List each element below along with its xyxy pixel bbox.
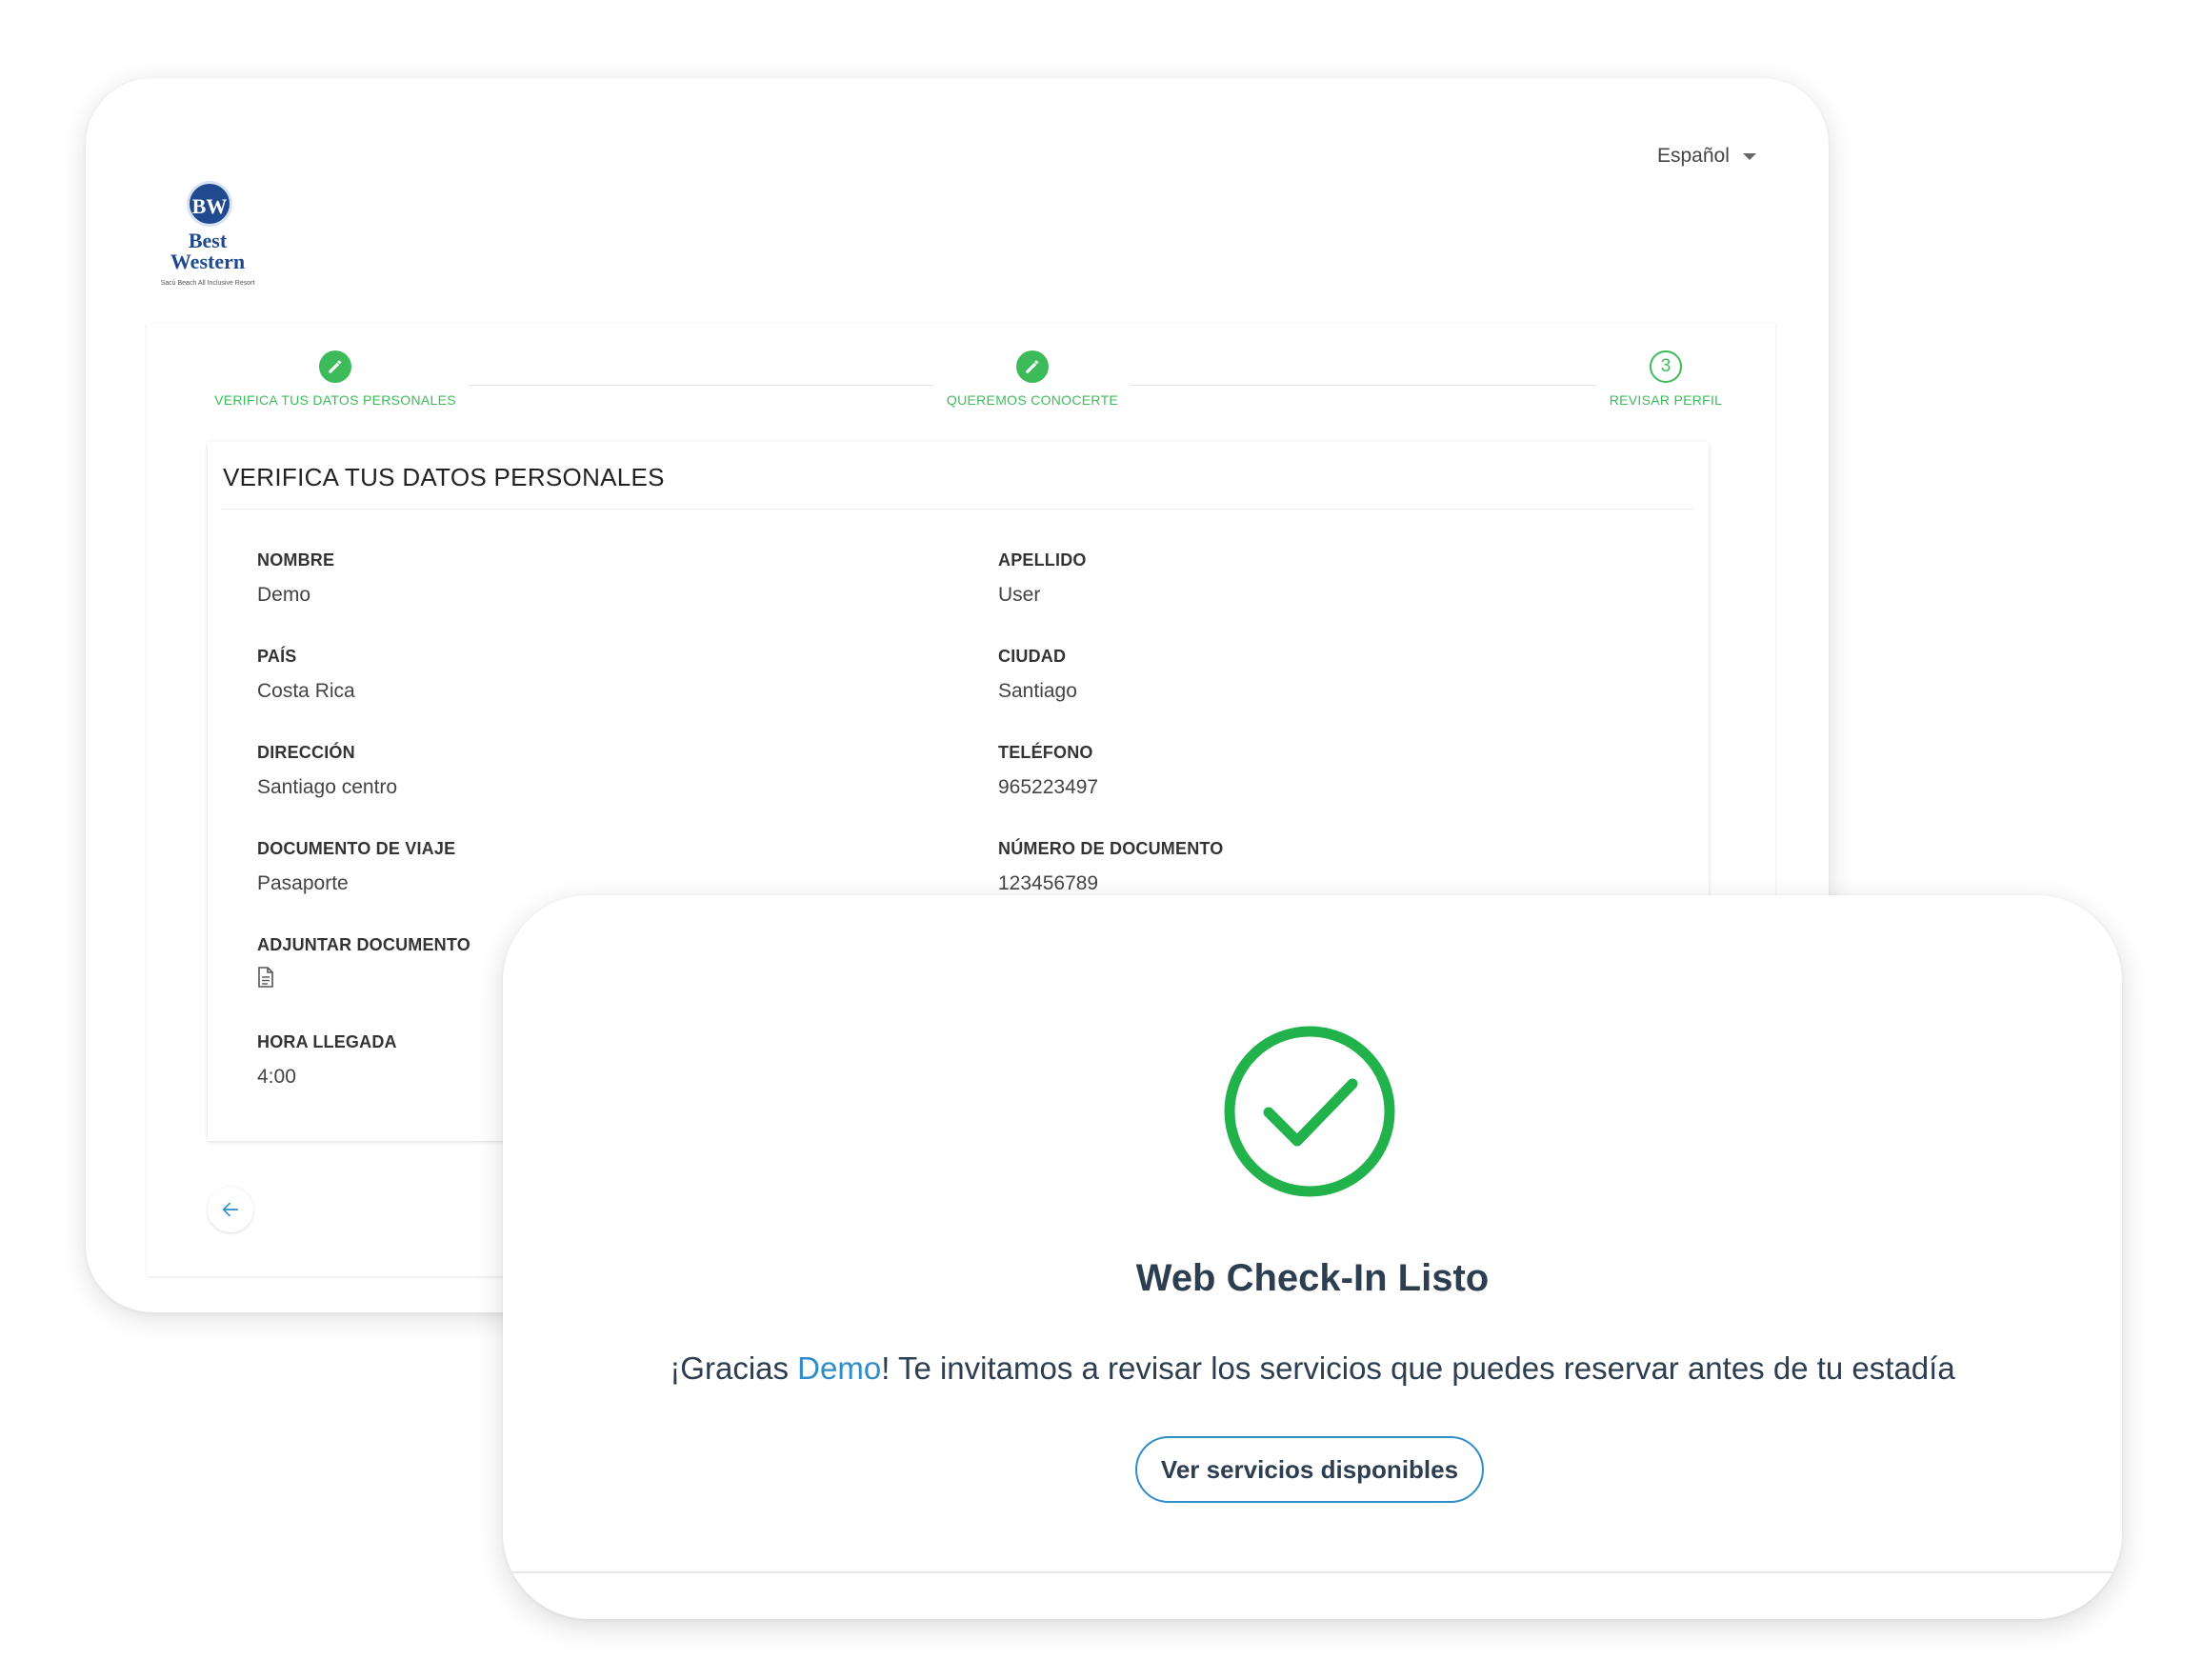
field-adjuntar-documento: ADJUNTAR DOCUMENTO bbox=[257, 935, 470, 992]
success-dialog: Web Check-In Listo ¡Gracias Demo! Te inv… bbox=[503, 895, 2122, 1619]
step-label: VERIFICA TUS DATOS PERSONALES bbox=[214, 392, 456, 408]
guest-name: Demo bbox=[797, 1350, 882, 1386]
field-value: User bbox=[998, 584, 1041, 606]
field-ciudad: CIUDAD Santiago bbox=[998, 647, 1077, 703]
chevron-down-icon bbox=[1742, 152, 1756, 160]
field-telefono: TELÉFONO 965223497 bbox=[998, 743, 1098, 799]
field-value: Costa Rica bbox=[257, 680, 355, 702]
field-label: NOMBRE bbox=[257, 550, 335, 570]
message-prefix: ¡Gracias bbox=[670, 1350, 798, 1386]
field-pais: PAÍS Costa Rica bbox=[257, 647, 355, 703]
field-label: CIUDAD bbox=[998, 647, 1067, 666]
step-label: REVISAR PERFIL bbox=[1609, 392, 1723, 408]
step-number: 3 bbox=[1650, 350, 1682, 383]
field-value: Demo bbox=[257, 584, 311, 606]
logo-badge: BW bbox=[187, 181, 232, 227]
message-suffix: ! Te invitamos a revisar los servicios q… bbox=[881, 1350, 1955, 1386]
hotel-logo: BW Best Western Sacú Beach All Inclusive… bbox=[149, 181, 267, 293]
field-numero-documento: NÚMERO DE DOCUMENTO 123456789 bbox=[998, 839, 1223, 895]
document-icon[interactable] bbox=[257, 967, 274, 988]
field-label: NÚMERO DE DOCUMENTO bbox=[998, 839, 1224, 858]
field-apellido: APELLIDO User bbox=[998, 550, 1087, 607]
field-label: APELLIDO bbox=[998, 550, 1087, 570]
step-label: QUEREMOS CONOCERTE bbox=[946, 392, 1119, 408]
field-label: PAÍS bbox=[257, 647, 297, 666]
field-value: Santiago centro bbox=[257, 776, 398, 798]
step-queremos-conocerte[interactable]: QUEREMOS CONOCERTE bbox=[943, 350, 1122, 408]
language-label: Español bbox=[1657, 145, 1730, 167]
pencil-icon bbox=[319, 350, 351, 383]
field-value: 123456789 bbox=[998, 872, 1099, 894]
form-divider bbox=[223, 509, 1693, 510]
dialog-divider bbox=[503, 1571, 2122, 1573]
stepper-line bbox=[469, 385, 933, 386]
field-label: DOCUMENTO DE VIAJE bbox=[257, 839, 456, 858]
field-label: TELÉFONO bbox=[998, 743, 1093, 762]
form-title: VERIFICA TUS DATOS PERSONALES bbox=[223, 463, 665, 491]
view-services-button[interactable]: Ver servicios disponibles bbox=[1135, 1436, 1484, 1503]
logo-text-line2: Western bbox=[170, 250, 246, 273]
stepper-line bbox=[1130, 385, 1596, 386]
field-value: 965223497 bbox=[998, 776, 1099, 798]
field-value: Pasaporte bbox=[257, 872, 349, 894]
field-nombre: NOMBRE Demo bbox=[257, 550, 334, 607]
check-circle-icon bbox=[1224, 1026, 1395, 1197]
field-label: HORA LLEGADA bbox=[257, 1032, 397, 1051]
logo-subtitle: Sacú Beach All Inclusive Resort bbox=[160, 280, 255, 287]
success-message: ¡Gracias Demo! Te invitamos a revisar lo… bbox=[503, 1350, 2122, 1387]
field-documento-viaje: DOCUMENTO DE VIAJE Pasaporte bbox=[257, 839, 455, 895]
step-verifica-datos[interactable]: VERIFICA TUS DATOS PERSONALES bbox=[210, 350, 461, 408]
field-value: 4:00 bbox=[257, 1066, 296, 1088]
field-hora-llegada: HORA LLEGADA 4:00 bbox=[257, 1032, 397, 1089]
back-button[interactable] bbox=[208, 1187, 253, 1232]
field-value: Santiago bbox=[998, 680, 1077, 702]
arrow-left-icon bbox=[222, 1202, 239, 1217]
success-title: Web Check-In Listo bbox=[1135, 1257, 1490, 1299]
field-label: DIRECCIÓN bbox=[257, 743, 355, 762]
field-direccion: DIRECCIÓN Santiago centro bbox=[257, 743, 397, 799]
field-label: ADJUNTAR DOCUMENTO bbox=[257, 935, 470, 954]
step-revisar-perfil[interactable]: 3 REVISAR PERFIL bbox=[1604, 350, 1728, 408]
language-selector[interactable]: Español bbox=[1657, 145, 1756, 168]
pencil-icon bbox=[1016, 350, 1049, 383]
